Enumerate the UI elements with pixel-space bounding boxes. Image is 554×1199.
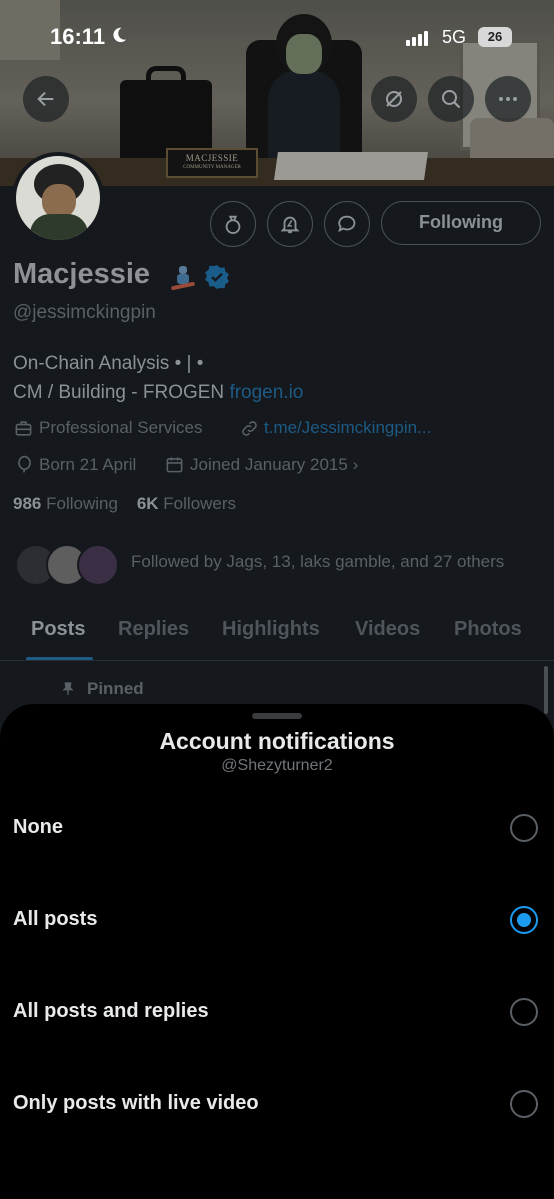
radio-button[interactable] [510,814,538,842]
option-none[interactable]: None [0,798,554,858]
radio-button[interactable] [510,998,538,1026]
profile-bio: On-Chain Analysis • | • CM / Building - … [13,349,303,407]
tab-replies[interactable]: Replies [118,618,189,641]
following-count-link[interactable]: 986 Following [13,494,118,513]
tab-highlights[interactable]: Highlights [222,618,320,641]
profile-handle: @jessimckingpin [13,302,156,323]
avatar [77,544,119,586]
option-all-posts-and-replies[interactable]: All posts and replies [0,982,554,1042]
profile-avatar[interactable] [12,152,104,244]
status-time: 16:11 [50,24,106,49]
followers-count-link[interactable]: 6K Followers [137,494,236,513]
tip-icon [225,215,241,234]
calendar-icon [166,457,183,473]
option-label: All posts [13,908,98,930]
sheet-title: Account notifications [159,728,395,754]
scrollbar[interactable] [544,666,548,714]
followed-by-text[interactable]: Followed by Jags, 13, laks gamble, and 2… [131,552,504,572]
back-arrow-icon [37,91,54,107]
tab-photos[interactable]: Photos [454,618,522,641]
pinned-label: Pinned [87,679,144,698]
profile-website[interactable]: t.me/Jessimckingpin... [264,418,431,438]
skater-emoji-icon [171,266,195,291]
network-label: 5G [442,27,467,47]
notifications-sheet: Account notifications @Shezyturner2 None… [0,704,554,1199]
option-label: All posts and replies [13,1000,209,1022]
tip-button[interactable] [210,201,256,247]
joined-text: Joined January 2015 [190,455,348,474]
avatar-shirt [30,214,88,240]
followers-label: Followers [163,494,237,513]
profile-category: Professional Services [39,418,203,437]
sheet-subtitle: @Shezyturner2 [221,757,333,774]
moon-icon [113,27,127,43]
bio-line-2: CM / Building - FROGEN frogen.io [13,378,303,407]
bell-icon [280,216,300,234]
avatar-face [42,184,76,218]
tab-videos[interactable]: Videos [355,618,420,641]
briefcase-icon [15,421,32,436]
option-all-posts[interactable]: All posts [0,890,554,950]
bio-text: CM / Building - FROGEN [13,382,230,403]
status-bar: 16:11 5G 26 [0,20,554,54]
more-icon [499,97,517,101]
battery-icon: 26 [478,27,512,47]
followers-count: 6K [136,494,159,513]
hide-button[interactable] [371,76,417,122]
bio-link[interactable]: frogen.io [229,382,303,403]
message-icon [338,215,356,233]
verified-icon [205,265,229,289]
message-button[interactable] [324,201,370,247]
tab-posts[interactable]: Posts [31,618,85,641]
pin-icon [62,682,74,695]
link-icon [242,421,257,436]
search-icon [442,90,461,109]
back-button[interactable] [23,76,69,122]
following-count: 986 [13,494,42,513]
signal-icon [406,28,430,46]
option-live-video[interactable]: Only posts with live video [0,1074,554,1134]
search-button[interactable] [428,76,474,122]
hide-icon [386,91,402,107]
profile-joined[interactable]: Joined January 2015 › [190,455,358,475]
profile-name: Macjessie [13,258,151,290]
more-button[interactable] [485,76,531,122]
profile-born: Born 21 April [39,455,137,474]
sheet-grabber[interactable] [252,713,302,719]
following-label: Following [46,494,118,513]
radio-button-selected[interactable] [510,906,538,934]
option-label: Only posts with live video [13,1092,259,1114]
balloon-icon [18,455,31,473]
following-button[interactable]: Following [381,201,541,245]
divider [0,660,554,661]
bio-line-1: On-Chain Analysis • | • [13,353,204,374]
notifications-button[interactable] [267,201,313,247]
option-label: None [13,816,63,838]
follow-counts: 986 Following 6K Followers [13,494,236,514]
radio-button[interactable] [510,1090,538,1118]
chevron-right-icon: › [352,455,359,474]
website-link[interactable]: t.me/Jessimckingpin... [264,418,431,437]
